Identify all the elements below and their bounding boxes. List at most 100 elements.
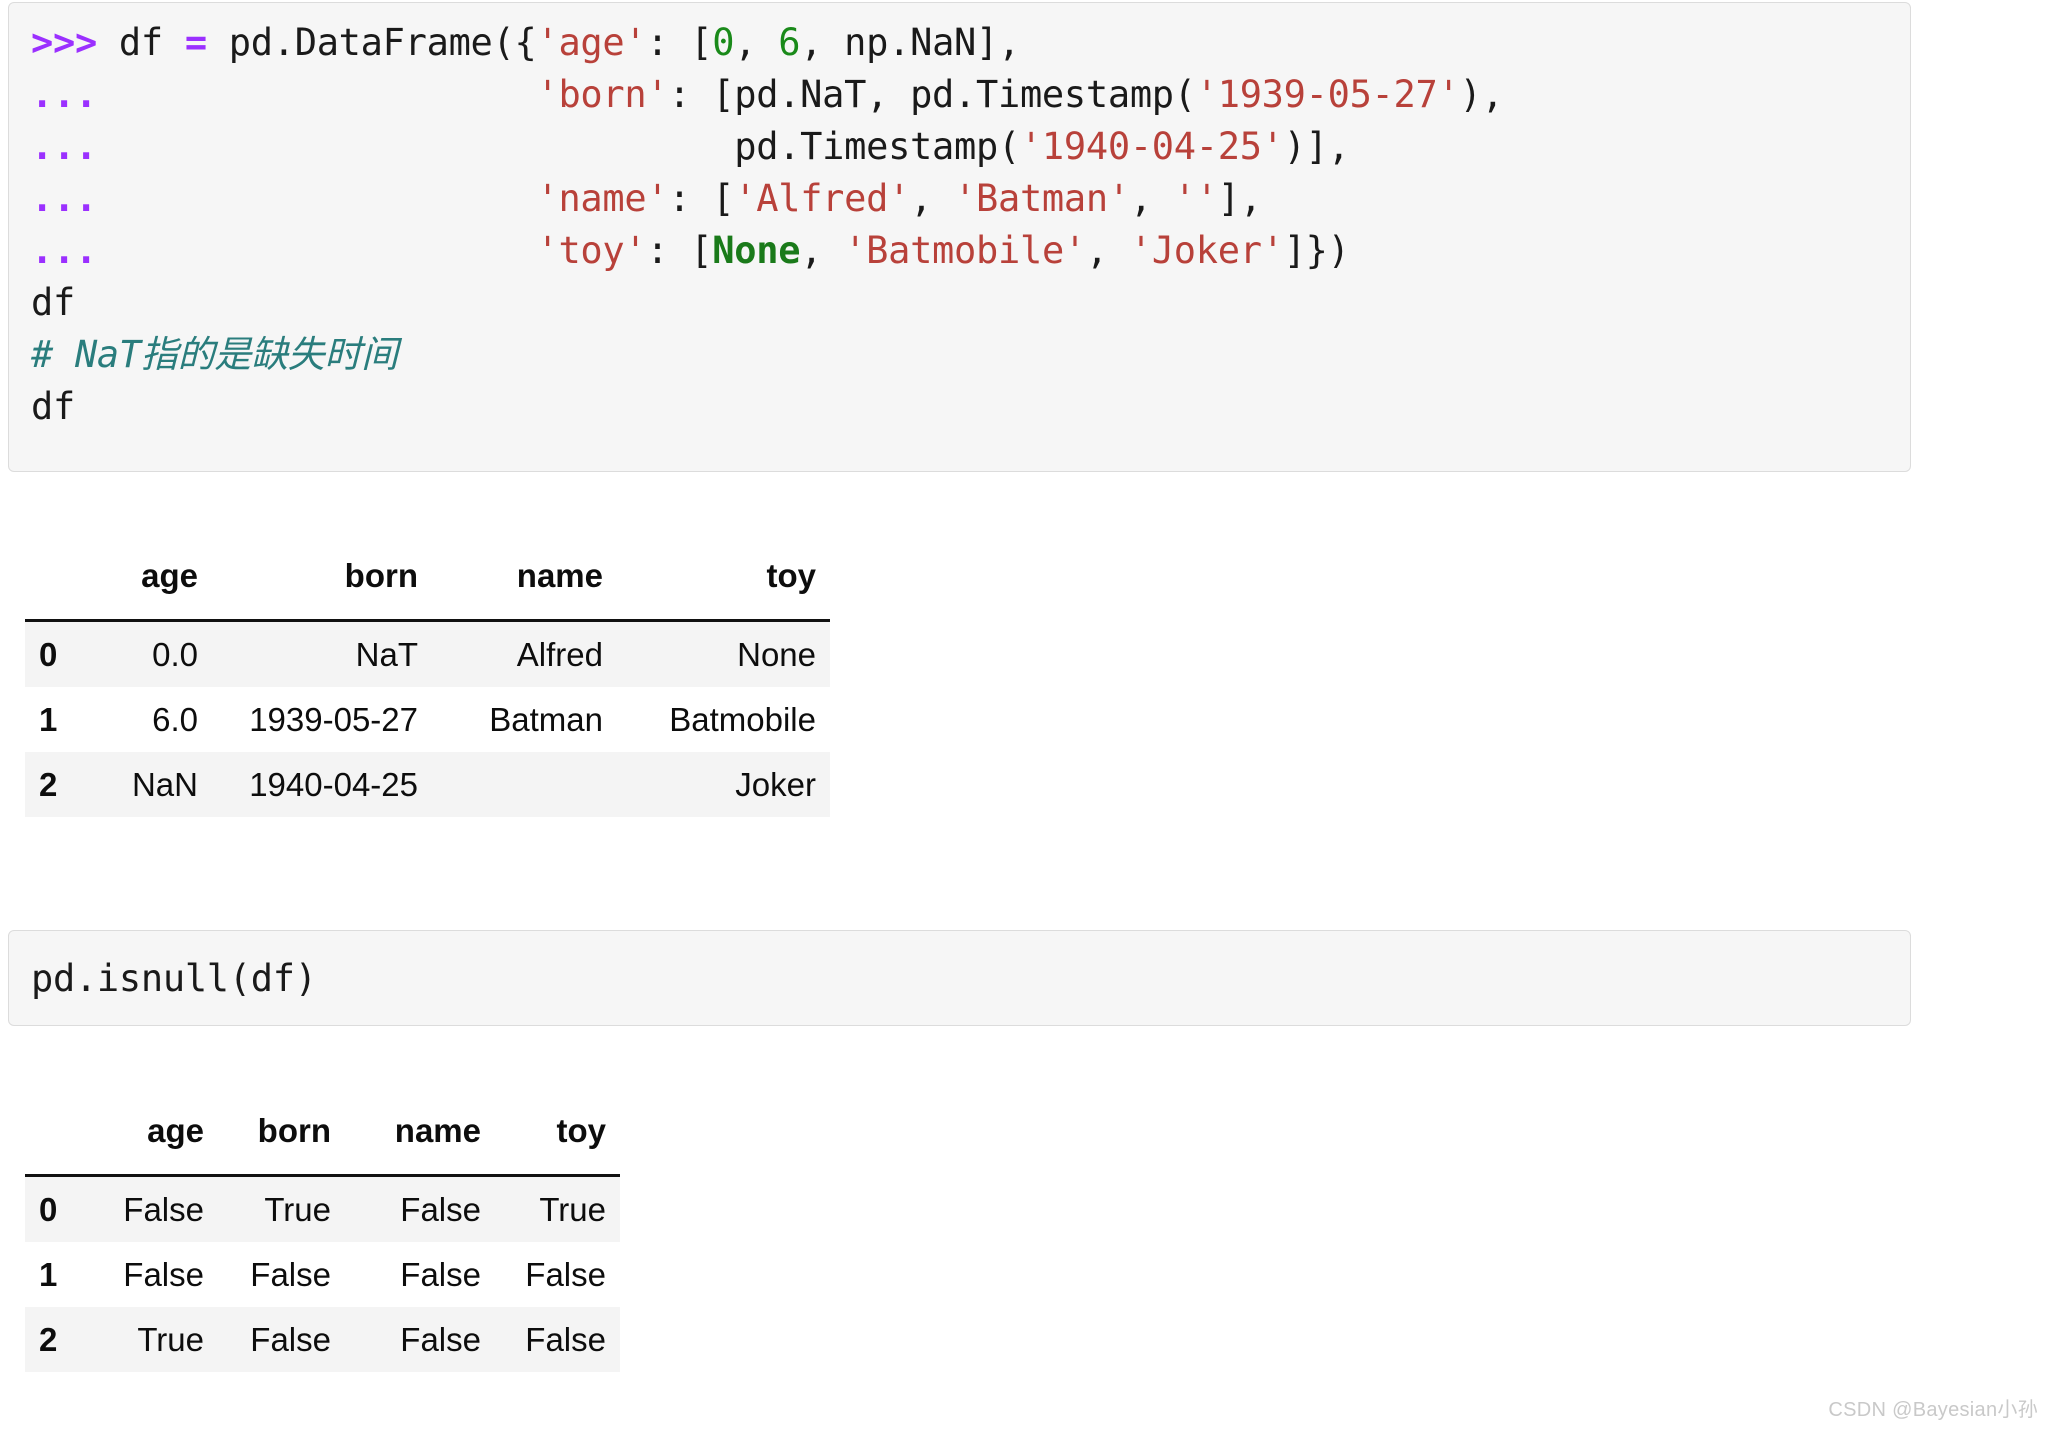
column-header-name: name — [432, 543, 617, 622]
cell-age: 6.0 — [152, 700, 198, 738]
code-token-plain: , — [800, 229, 845, 272]
code-line: pd.isnull(df) — [31, 953, 1910, 1005]
code-token-str: 'born' — [536, 73, 669, 116]
table-row: 0 False True False True — [25, 1175, 620, 1242]
code-token-plain: ], — [1217, 177, 1262, 220]
cell-born: True — [264, 1190, 331, 1228]
dataframe-output-table: age born name toy 0 0.0 NaT Alfred None … — [25, 543, 830, 817]
code-token-comment: # NaT指的是缺失时间 — [31, 333, 398, 376]
code-token-plain: : [ — [646, 229, 713, 272]
row-index: 1 — [39, 700, 58, 738]
cell-born: False — [250, 1320, 331, 1358]
cell-born: False — [250, 1255, 331, 1293]
code-token-plain: pd.isnull(df) — [31, 957, 317, 1000]
table-row: 2 NaN 1940-04-25 Joker — [25, 752, 830, 817]
cell-name: False — [400, 1255, 481, 1293]
code-line: >>> df = pd.DataFrame({'age': [0, 6, np.… — [31, 17, 1910, 69]
code-token-plain: df — [31, 385, 75, 428]
column-header-born: born — [212, 543, 432, 622]
code-token-plain: df — [96, 21, 185, 64]
row-index: 0 — [39, 1190, 58, 1228]
code-line: ... 'toy': [None, 'Batmobile', 'Joker']}… — [31, 225, 1910, 277]
code-token-str: 'Joker' — [1129, 229, 1284, 272]
cell-name: False — [400, 1190, 481, 1228]
code-token-plain: , — [734, 21, 779, 64]
code-token-plain: : [ — [668, 177, 735, 220]
code-token-plain: : [ — [646, 21, 713, 64]
continuation-marker: ... — [31, 73, 97, 116]
prompt-marker: >>> — [31, 21, 97, 64]
code-cell-dataframe-definition[interactable]: >>> df = pd.DataFrame({'age': [0, 6, np.… — [8, 2, 1911, 472]
code-token-str: 'Alfred' — [734, 177, 911, 220]
code-token-plain: : [pd.NaT, pd.Timestamp( — [668, 73, 1196, 116]
cell-age: True — [137, 1320, 204, 1358]
table-body: 0 0.0 NaT Alfred None 1 6.0 1939-05-27 B… — [25, 620, 830, 817]
column-header-age: age — [77, 543, 212, 622]
code-line: ... 'name': ['Alfred', 'Batman', ''], — [31, 173, 1910, 225]
cell-toy: False — [525, 1255, 606, 1293]
code-token-plain: pd.Timestamp( — [96, 125, 1020, 168]
code-line: df — [31, 277, 1910, 329]
code-token-num: 6 — [778, 21, 801, 64]
table-header: age born name toy — [25, 1098, 620, 1177]
table-body: 0 False True False True 1 False False Fa… — [25, 1175, 620, 1372]
continuation-marker: ... — [31, 229, 97, 272]
code-token-plain: ]}) — [1283, 229, 1350, 272]
row-index: 2 — [39, 765, 58, 803]
csdn-watermark: CSDN @Bayesian小孙 — [1828, 1399, 2038, 1421]
code-token-plain: df — [31, 281, 75, 324]
table-header: age born name toy — [25, 543, 830, 622]
code-token-str: '1939-05-27' — [1195, 73, 1460, 116]
code-line: # NaT指的是缺失时间 — [31, 329, 1910, 381]
code-cell-isnull-call[interactable]: pd.isnull(df) — [8, 930, 1911, 1026]
table-header-row: age born name toy — [25, 1098, 620, 1177]
cell-name: Alfred — [516, 635, 603, 673]
column-header-born: born — [218, 1098, 345, 1177]
table-row: 1 False False False False — [25, 1242, 620, 1307]
isnull-output-table: age born name toy 0 False True False Tru… — [25, 1098, 620, 1372]
column-header-index — [25, 1098, 78, 1177]
row-index: 0 — [39, 635, 58, 673]
cell-toy: Batmobile — [669, 700, 816, 738]
column-header-toy: toy — [617, 543, 830, 622]
continuation-marker: ... — [31, 177, 97, 220]
code-token-str: '1940-04-25' — [1019, 125, 1284, 168]
cell-age: 0.0 — [152, 635, 198, 673]
continuation-marker: ... — [31, 125, 97, 168]
cell-born: 1939-05-27 — [249, 700, 418, 738]
cell-born: NaT — [355, 635, 418, 673]
cell-toy: False — [525, 1320, 606, 1358]
code-token-plain: pd.DataFrame({ — [206, 21, 537, 64]
cell-name: False — [400, 1320, 481, 1358]
column-header-index — [25, 543, 77, 622]
cell-born: 1940-04-25 — [249, 765, 418, 803]
table-row: 0 0.0 NaT Alfred None — [25, 620, 830, 687]
cell-name: Batman — [489, 700, 603, 738]
code-token-plain: ), — [1459, 73, 1504, 116]
code-token-str: 'name' — [536, 177, 669, 220]
cell-age: False — [123, 1255, 204, 1293]
code-token-str: '' — [1173, 177, 1218, 220]
cell-age: NaN — [131, 765, 198, 803]
cell-toy: None — [737, 635, 816, 673]
cell-age: False — [123, 1190, 204, 1228]
code-line: df — [31, 381, 1910, 433]
column-header-toy: toy — [495, 1098, 620, 1177]
code-token-op: = — [184, 21, 207, 64]
cell-name — [432, 752, 617, 817]
table-row: 2 True False False False — [25, 1307, 620, 1372]
table-row: 1 6.0 1939-05-27 Batman Batmobile — [25, 687, 830, 752]
cell-toy: True — [539, 1190, 606, 1228]
code-token-plain: , — [1129, 177, 1174, 220]
code-line: ... pd.Timestamp('1940-04-25')], — [31, 121, 1910, 173]
code-token-str: 'Batman' — [954, 177, 1130, 220]
code-token-kw: None — [712, 229, 801, 272]
code-token-str: 'age' — [536, 21, 647, 64]
row-index: 2 — [39, 1320, 58, 1358]
code-token-str: 'toy' — [536, 229, 647, 272]
code-token-str: 'Batmobile' — [844, 229, 1086, 272]
cell-toy: Joker — [735, 765, 816, 803]
